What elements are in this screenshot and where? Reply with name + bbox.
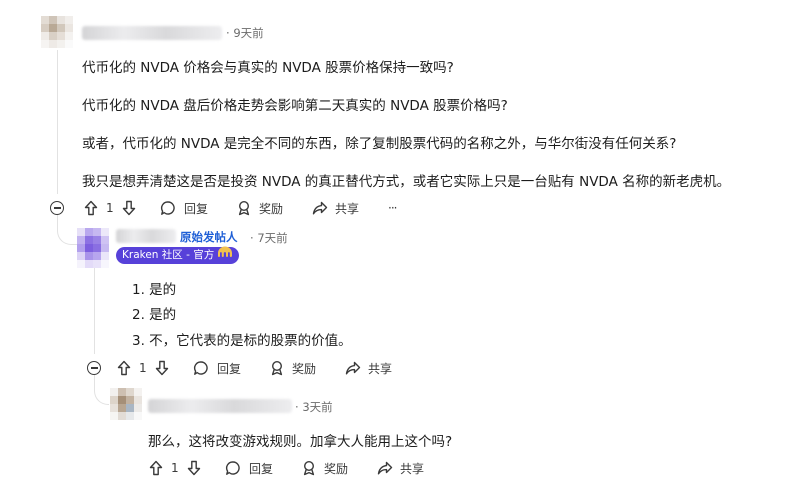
thread-line [94, 268, 95, 354]
vote-count: 1 [106, 201, 114, 215]
share-icon [312, 200, 328, 216]
collapse-icon[interactable] [50, 201, 64, 215]
upvote-icon[interactable] [117, 358, 131, 378]
collapse-icon[interactable] [87, 361, 101, 375]
thread-connector [94, 374, 109, 405]
timestamp: · 3天前 [295, 400, 333, 414]
downvote-icon[interactable] [155, 358, 169, 378]
reply-bubble-icon [193, 360, 209, 376]
comment-paragraph: 代币化的 NVDA 盘后价格走势会影响第二天真实的 NVDA 股票价格吗? [82, 98, 508, 114]
upvote-icon[interactable] [149, 458, 163, 478]
comment-paragraph: 我只是想弄清楚这是否是投资 NVDA 的真正替代方式，或者它实际上只是一台贴有 … [82, 174, 731, 190]
vote-count: 1 [139, 361, 147, 375]
reply-label: 回复 [217, 361, 242, 376]
upvote-icon[interactable] [84, 198, 98, 218]
op-label: 原始发帖人 [180, 230, 238, 244]
award-button[interactable]: 奖励 [301, 458, 348, 478]
comment-paragraph: 代币化的 NVDA 价格会与真实的 NVDA 股票价格保持一致吗? [82, 60, 454, 76]
award-icon [236, 200, 252, 216]
action-bar: 1 回复 奖励 共享 [149, 458, 449, 478]
share-label: 共享 [335, 201, 360, 216]
award-icon [301, 460, 317, 476]
downvote-icon[interactable] [122, 198, 136, 218]
share-icon [345, 360, 361, 376]
action-bar: 1 回复 奖励 共享 ··· [84, 198, 424, 218]
reply-bubble-icon [225, 460, 241, 476]
share-label: 共享 [400, 461, 425, 476]
list-item: 3. 不，它代表的是标的股票的价值。 [132, 333, 352, 349]
badge-text: Kraken 社区 - 官方 [122, 249, 215, 261]
username[interactable] [116, 229, 176, 243]
more-icon[interactable]: ··· [388, 198, 398, 218]
thread-line [57, 50, 58, 194]
share-label: 共享 [368, 361, 393, 376]
comment-text: 那么，这将改变游戏规则。加拿大人能用上这个吗? [148, 434, 453, 450]
reply-button[interactable]: 回复 [193, 358, 241, 378]
reply-button[interactable]: 回复 [225, 458, 273, 478]
username[interactable] [148, 399, 292, 413]
avatar[interactable] [110, 388, 142, 420]
username[interactable] [82, 26, 222, 40]
timestamp: · 7天前 [250, 231, 288, 245]
timestamp: · 9天前 [226, 26, 264, 40]
downvote-icon[interactable] [187, 458, 201, 478]
comment-paragraph: 或者，代币化的 NVDA 是完全不同的东西，除了复制股票代码的名称之外，与华尔街… [82, 136, 677, 152]
user-flair-badge: Kraken 社区 - 官方 [116, 246, 240, 264]
reply-bubble-icon [160, 200, 176, 216]
action-bar: 1 回复 奖励 共享 [117, 358, 417, 378]
share-icon [377, 460, 393, 476]
award-button[interactable]: 奖励 [236, 198, 283, 218]
award-button[interactable]: 奖励 [269, 358, 316, 378]
reply-label: 回复 [184, 201, 209, 216]
list-item: 1. 是的 [132, 282, 177, 298]
share-button[interactable]: 共享 [312, 198, 359, 218]
reply-button[interactable]: 回复 [160, 198, 208, 218]
reply-label: 回复 [249, 461, 274, 476]
share-button[interactable]: 共享 [377, 458, 424, 478]
vote-count: 1 [171, 461, 179, 475]
avatar[interactable] [41, 16, 73, 48]
award-label: 奖励 [324, 461, 349, 476]
avatar[interactable] [77, 228, 109, 268]
award-label: 奖励 [259, 201, 284, 216]
list-item: 2. 是的 [132, 307, 177, 323]
award-label: 奖励 [292, 361, 317, 376]
award-icon [269, 360, 285, 376]
kraken-logo-icon [217, 246, 233, 263]
share-button[interactable]: 共享 [345, 358, 392, 378]
